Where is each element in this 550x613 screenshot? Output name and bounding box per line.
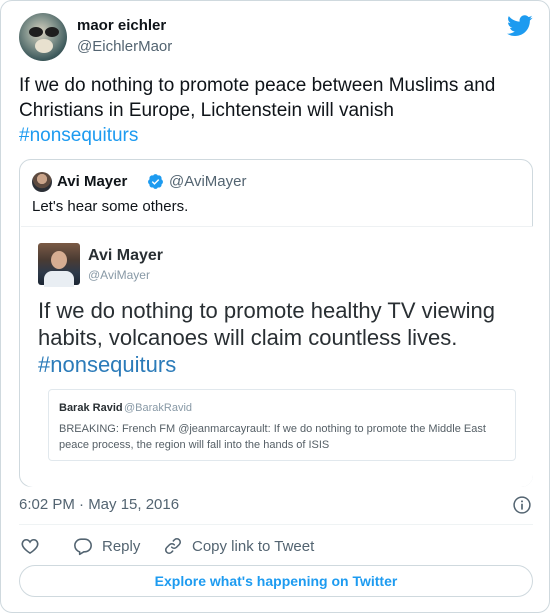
inner-quote-name: Barak Ravid [59, 402, 123, 414]
image-inner-quote: Barak Ravid @BarakRavid BREAKING: French… [48, 389, 516, 461]
tweet-timestamp[interactable]: 6:02 PM · May 15, 2016 [19, 496, 179, 513]
inner-quote-handle: @BarakRavid [124, 402, 193, 414]
verified-badge-icon [148, 174, 163, 189]
quoted-avatar[interactable] [32, 172, 52, 192]
reply-icon [74, 538, 92, 556]
reply-label: Reply [102, 537, 141, 555]
embedded-tweet-card: maor eichler @EichlerMaor If we do nothi… [0, 0, 550, 613]
inner-quote-text: BREAKING: French FM @jeanmarcayrault: If… [59, 423, 486, 451]
tweet-body: If we do nothing to promote peace betwee… [19, 75, 496, 121]
quoted-tweet[interactable]: Avi Mayer @AviMayer Let's hear some othe… [19, 159, 533, 487]
image-tweet-body: If we do nothing to promote healthy TV v… [38, 298, 495, 350]
copy-link-icon [165, 538, 181, 554]
reply-button[interactable]: Reply [73, 535, 140, 557]
copy-link-button[interactable]: Copy link to Tweet [163, 535, 314, 557]
image-author-name: Avi Mayer [88, 247, 163, 264]
explore-twitter-button[interactable]: Explore what's happening on Twitter [19, 565, 533, 597]
image-avatar [38, 243, 80, 287]
tweet-hashtag-link[interactable]: #nonsequiturs [19, 125, 138, 146]
author-handle[interactable]: @EichlerMaor [77, 38, 172, 55]
copy-link-label: Copy link to Tweet [192, 537, 315, 555]
image-author-handle: @AviMayer [88, 268, 150, 282]
quoted-author-name[interactable]: Avi Mayer [57, 173, 127, 190]
image-hashtag: #nonsequiturs [38, 352, 177, 377]
twitter-bird-icon[interactable] [507, 15, 533, 37]
info-icon[interactable] [512, 495, 532, 515]
author-name[interactable]: maor eichler [77, 17, 166, 34]
tweet-text: If we do nothing to promote peace betwee… [19, 73, 534, 148]
quoted-author-handle[interactable]: @AviMayer [169, 173, 246, 190]
quoted-tweet-text: Let's hear some others. [32, 198, 189, 215]
heart-icon [21, 538, 39, 555]
author-avatar[interactable] [19, 13, 67, 61]
image-tweet-text: If we do nothing to promote healthy TV v… [38, 297, 528, 378]
like-button[interactable] [20, 535, 40, 557]
divider [19, 524, 533, 525]
quoted-tweet-image[interactable]: Avi Mayer @AviMayer If we do nothing to … [21, 226, 533, 487]
